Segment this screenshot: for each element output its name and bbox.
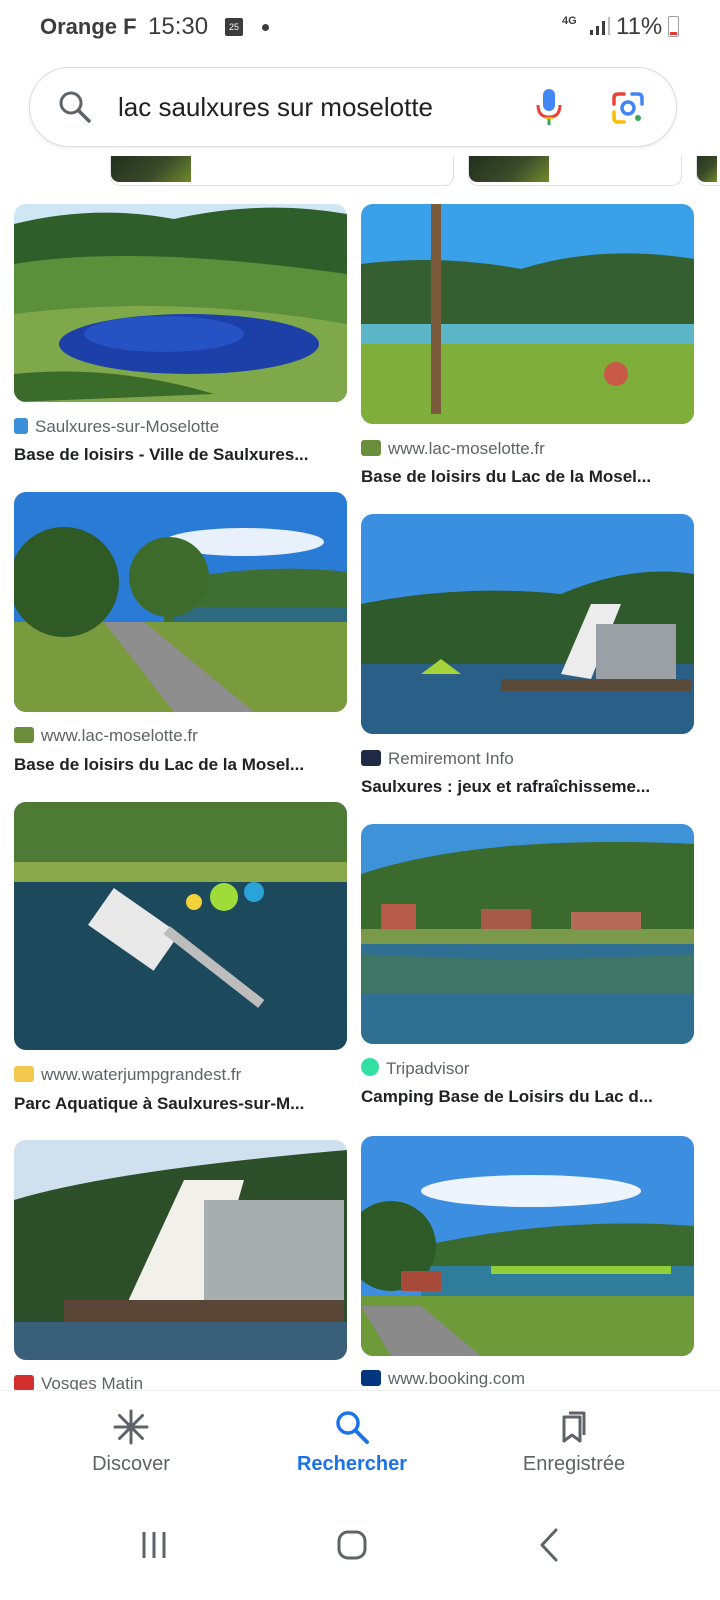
nav-search-label: Rechercher [296,1453,408,1475]
recent-apps-icon[interactable] [124,1520,184,1570]
result-source: www.lac-moselotte.fr [14,726,198,746]
favicon-icon [361,750,381,766]
result-title[interactable]: Base de loisirs du Lac de la Mosel... [361,467,694,487]
nav-discover-label: Discover [92,1453,170,1475]
nav-search[interactable]: Rechercher [232,1391,472,1491]
bookmarks-icon [562,1411,586,1443]
bottom-navigation: Discover Rechercher Enregistrée [0,1390,720,1491]
favicon-icon [361,440,381,456]
camping-lake-image [361,824,694,1044]
result-image[interactable] [361,824,694,1044]
result-image[interactable] [361,204,694,424]
search-input[interactable]: lac saulxures sur moselotte [118,92,433,123]
result-image[interactable] [14,492,347,712]
aquapark-aerial-image [14,802,347,1050]
water-slide-image [361,514,694,734]
google-lens-icon[interactable] [610,90,646,126]
result-source: www.booking.com [361,1369,525,1389]
result-source: Saulxures-sur-Moselotte [14,417,219,437]
result-image[interactable] [14,1140,347,1360]
lake-beach-image [361,204,694,424]
favicon-icon [14,727,34,743]
result-title[interactable]: Saulxures : jeux et rafraîchisseme... [361,777,694,797]
result-title[interactable]: Base de loisirs - Ville de Saulxures... [14,445,347,465]
favicon-icon [361,1058,379,1076]
lake-panorama-image [361,1136,694,1356]
related-searches-row [0,150,720,190]
result-image[interactable] [361,514,694,734]
result-source: Vosges Matin [14,1374,143,1390]
home-icon[interactable] [322,1520,382,1570]
favicon-icon [14,1375,34,1390]
favicon-icon [361,1370,381,1386]
search-icon [336,1411,369,1444]
result-title[interactable]: Base de loisirs du Lac de la Mosel... [14,755,347,775]
result-image[interactable] [14,204,347,402]
nav-saved-label: Enregistrée [522,1453,626,1475]
giant-slide-image [14,1140,347,1360]
favicon-icon [14,1066,34,1082]
result-source: www.lac-moselotte.fr [361,439,545,459]
lake-path-image [14,492,347,712]
nav-discover[interactable]: Discover [11,1391,251,1491]
result-source: www.waterjumpgrandest.fr [14,1065,241,1085]
asterisk-icon [113,1409,149,1445]
result-title[interactable]: Parc Aquatique à Saulxures-sur-M... [14,1094,347,1114]
microphone-icon[interactable] [535,87,563,127]
result-title[interactable]: Camping Base de Loisirs du Lac d... [361,1087,694,1107]
result-image[interactable] [361,1136,694,1356]
image-results-grid: Saulxures-sur-Moselotte Base de loisirs … [0,0,720,1390]
favicon-icon [14,418,28,434]
system-navigation-bar [0,1490,720,1600]
result-source: Tripadvisor [361,1058,469,1079]
result-source: Remiremont Info [361,749,514,769]
search-icon[interactable] [58,90,92,124]
result-image[interactable] [14,802,347,1050]
nav-saved[interactable]: Enregistrée [454,1391,694,1491]
back-icon[interactable] [520,1520,580,1570]
lake-aerial-image [14,204,347,402]
search-bar[interactable]: lac saulxures sur moselotte [29,67,677,147]
